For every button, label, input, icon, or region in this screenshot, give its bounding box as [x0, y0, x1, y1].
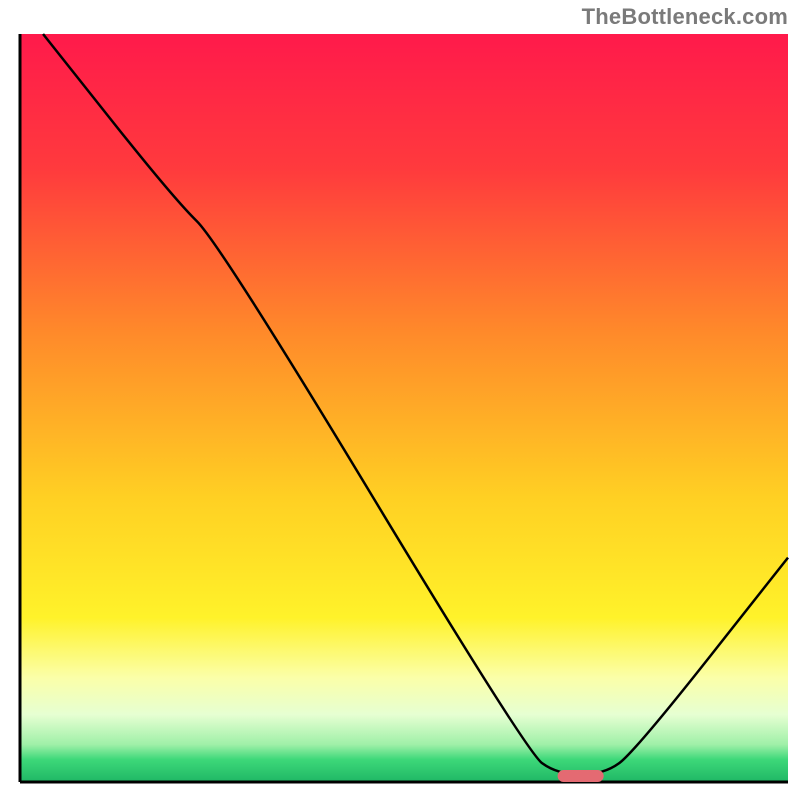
optimal-marker	[558, 770, 604, 782]
watermark-text: TheBottleneck.com	[582, 4, 788, 30]
bottleneck-chart	[0, 0, 800, 800]
chart-gradient-background	[20, 34, 788, 782]
